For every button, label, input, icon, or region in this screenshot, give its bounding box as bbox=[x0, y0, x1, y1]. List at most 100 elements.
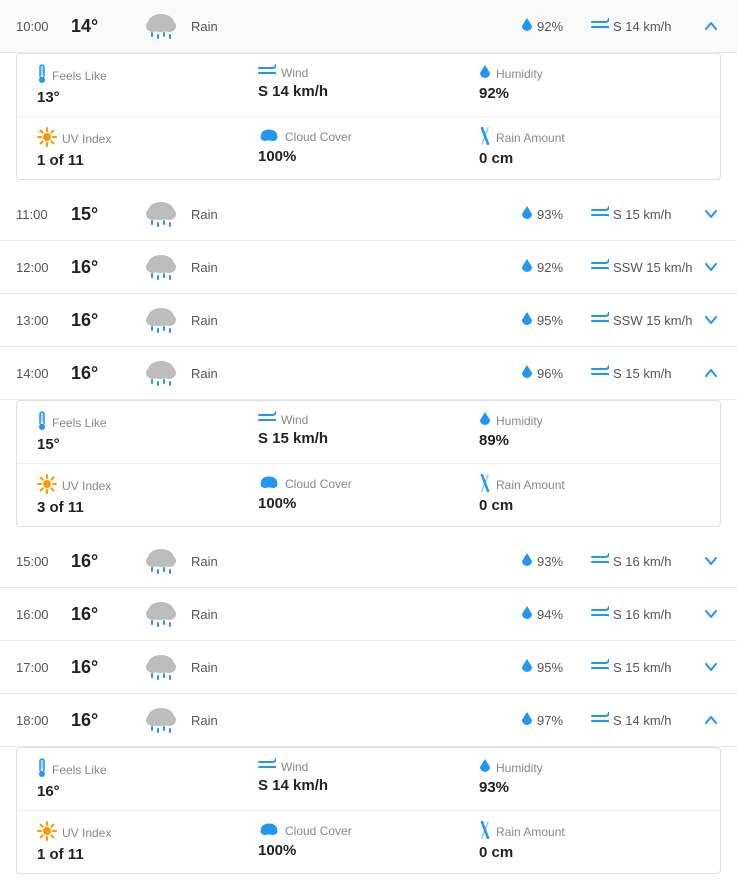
humidity-detail-item: Humidity 89% bbox=[479, 411, 700, 453]
time: 15:00 bbox=[16, 554, 71, 569]
feels-like-value: 13° bbox=[37, 89, 258, 106]
humidity-icon bbox=[521, 364, 533, 383]
detail-row-bottom: UV Index 1 of 11 Cloud Cover 100% bbox=[17, 810, 720, 873]
chevron-icon[interactable] bbox=[701, 207, 721, 221]
humidity-detail-icon bbox=[479, 758, 491, 777]
weather-list: 10:00 14° Rain 92% S 14 km/h bbox=[0, 0, 737, 874]
rain-amount-icon bbox=[479, 474, 491, 495]
cloud-item: Cloud Cover 100% bbox=[258, 127, 479, 169]
wind-icon bbox=[591, 606, 609, 623]
chevron-icon[interactable] bbox=[701, 313, 721, 327]
detail-row-top: Feels Like 13° Wind S 14 km/h bbox=[17, 54, 720, 116]
chevron-icon[interactable] bbox=[701, 19, 721, 33]
condition: Rain bbox=[191, 660, 281, 675]
hour-row[interactable]: 14:00 16° Rain 96% S 15 km/h bbox=[0, 347, 737, 400]
cloud-item: Cloud Cover 100% bbox=[258, 821, 479, 863]
cloud-item: Cloud Cover 100% bbox=[258, 474, 479, 516]
condition: Rain bbox=[191, 713, 281, 728]
hour-row[interactable]: 17:00 16° Rain 95% S 15 km/h bbox=[0, 641, 737, 694]
detail-panel: Feels Like 15° Wind S 15 km/h bbox=[16, 400, 721, 527]
humidity: 95% bbox=[521, 311, 591, 330]
hour-row[interactable]: 13:00 16° Rain 95% SSW 15 km/h bbox=[0, 294, 737, 347]
rain-cloud-icon bbox=[131, 357, 191, 389]
wind-icon bbox=[591, 365, 609, 382]
hour-row[interactable]: 18:00 16° Rain 97% S 14 km/h bbox=[0, 694, 737, 747]
uv-label: UV Index bbox=[37, 127, 258, 150]
time: 12:00 bbox=[16, 260, 71, 275]
uv-item: UV Index 3 of 11 bbox=[37, 474, 258, 516]
time: 16:00 bbox=[16, 607, 71, 622]
hour-row[interactable]: 10:00 14° Rain 92% S 14 km/h bbox=[0, 0, 737, 53]
wind-detail-icon bbox=[258, 758, 276, 775]
cloud-icon bbox=[258, 474, 280, 493]
humidity: 93% bbox=[521, 552, 591, 571]
humidity-icon bbox=[521, 311, 533, 330]
rain-amount-value: 0 cm bbox=[479, 844, 700, 861]
hour-row[interactable]: 15:00 16° Rain 93% S 16 km/h bbox=[0, 535, 737, 588]
humidity-detail-icon bbox=[479, 411, 491, 430]
wind-detail-value: S 14 km/h bbox=[258, 777, 479, 794]
hour-row[interactable]: 12:00 16° Rain 92% SSW 15 km/h bbox=[0, 241, 737, 294]
time: 10:00 bbox=[16, 19, 71, 34]
humidity-detail-label: Humidity bbox=[479, 64, 700, 83]
feels-like-label: Feels Like bbox=[37, 758, 258, 781]
chevron-icon[interactable] bbox=[701, 607, 721, 621]
chevron-icon[interactable] bbox=[701, 713, 721, 727]
wind-detail-item: Wind S 15 km/h bbox=[258, 411, 479, 453]
humidity-detail-label: Humidity bbox=[479, 758, 700, 777]
rain-amount-item: Rain Amount 0 cm bbox=[479, 127, 700, 169]
wind-icon bbox=[591, 259, 609, 276]
rain-amount-label: Rain Amount bbox=[479, 821, 700, 842]
wind-icon bbox=[591, 206, 609, 223]
uv-item: UV Index 1 of 11 bbox=[37, 821, 258, 863]
cloud-icon bbox=[258, 127, 280, 146]
temperature: 15° bbox=[71, 204, 131, 225]
humidity-detail-value: 92% bbox=[479, 85, 700, 102]
rain-cloud-icon bbox=[131, 598, 191, 630]
wind: S 14 km/h bbox=[591, 18, 701, 35]
rain-amount-item: Rain Amount 0 cm bbox=[479, 474, 700, 516]
wind-detail-value: S 15 km/h bbox=[258, 430, 479, 447]
wind: S 15 km/h bbox=[591, 206, 701, 223]
feels-like-item: Feels Like 16° bbox=[37, 758, 258, 800]
wind-detail-item: Wind S 14 km/h bbox=[258, 758, 479, 800]
feels-like-value: 15° bbox=[37, 436, 258, 453]
condition: Rain bbox=[191, 366, 281, 381]
chevron-icon[interactable] bbox=[701, 660, 721, 674]
humidity-detail-item: Humidity 92% bbox=[479, 64, 700, 106]
condition: Rain bbox=[191, 260, 281, 275]
chevron-icon[interactable] bbox=[701, 366, 721, 380]
time: 13:00 bbox=[16, 313, 71, 328]
rain-cloud-icon bbox=[131, 651, 191, 683]
wind-detail-label: Wind bbox=[258, 411, 479, 428]
chevron-icon[interactable] bbox=[701, 554, 721, 568]
feels-like-label: Feels Like bbox=[37, 411, 258, 434]
wind: S 16 km/h bbox=[591, 553, 701, 570]
humidity: 92% bbox=[521, 258, 591, 277]
humidity-icon bbox=[521, 605, 533, 624]
chevron-icon[interactable] bbox=[701, 260, 721, 274]
detail-row-bottom: UV Index 3 of 11 Cloud Cover 100% bbox=[17, 463, 720, 526]
detail-row-top: Feels Like 15° Wind S 15 km/h bbox=[17, 401, 720, 463]
hour-row[interactable]: 11:00 15° Rain 93% S 15 km/h bbox=[0, 188, 737, 241]
time: 18:00 bbox=[16, 713, 71, 728]
rain-amount-icon bbox=[479, 127, 491, 148]
condition: Rain bbox=[191, 207, 281, 222]
humidity-icon bbox=[521, 658, 533, 677]
detail-row-bottom: UV Index 1 of 11 Cloud Cover 100% bbox=[17, 116, 720, 179]
hour-row[interactable]: 16:00 16° Rain 94% S 16 km/h bbox=[0, 588, 737, 641]
humidity: 92% bbox=[521, 17, 591, 36]
humidity-icon bbox=[521, 258, 533, 277]
uv-value: 1 of 11 bbox=[37, 846, 258, 863]
wind-icon bbox=[591, 659, 609, 676]
detail-panel: Feels Like 13° Wind S 14 km/h bbox=[16, 53, 721, 180]
detail-row-top: Feels Like 16° Wind S 14 km/h bbox=[17, 748, 720, 810]
condition: Rain bbox=[191, 19, 281, 34]
condition: Rain bbox=[191, 313, 281, 328]
temperature: 16° bbox=[71, 551, 131, 572]
rain-cloud-icon bbox=[131, 198, 191, 230]
rain-amount-item: Rain Amount 0 cm bbox=[479, 821, 700, 863]
wind-detail-label: Wind bbox=[258, 64, 479, 81]
condition: Rain bbox=[191, 607, 281, 622]
humidity-icon bbox=[521, 205, 533, 224]
